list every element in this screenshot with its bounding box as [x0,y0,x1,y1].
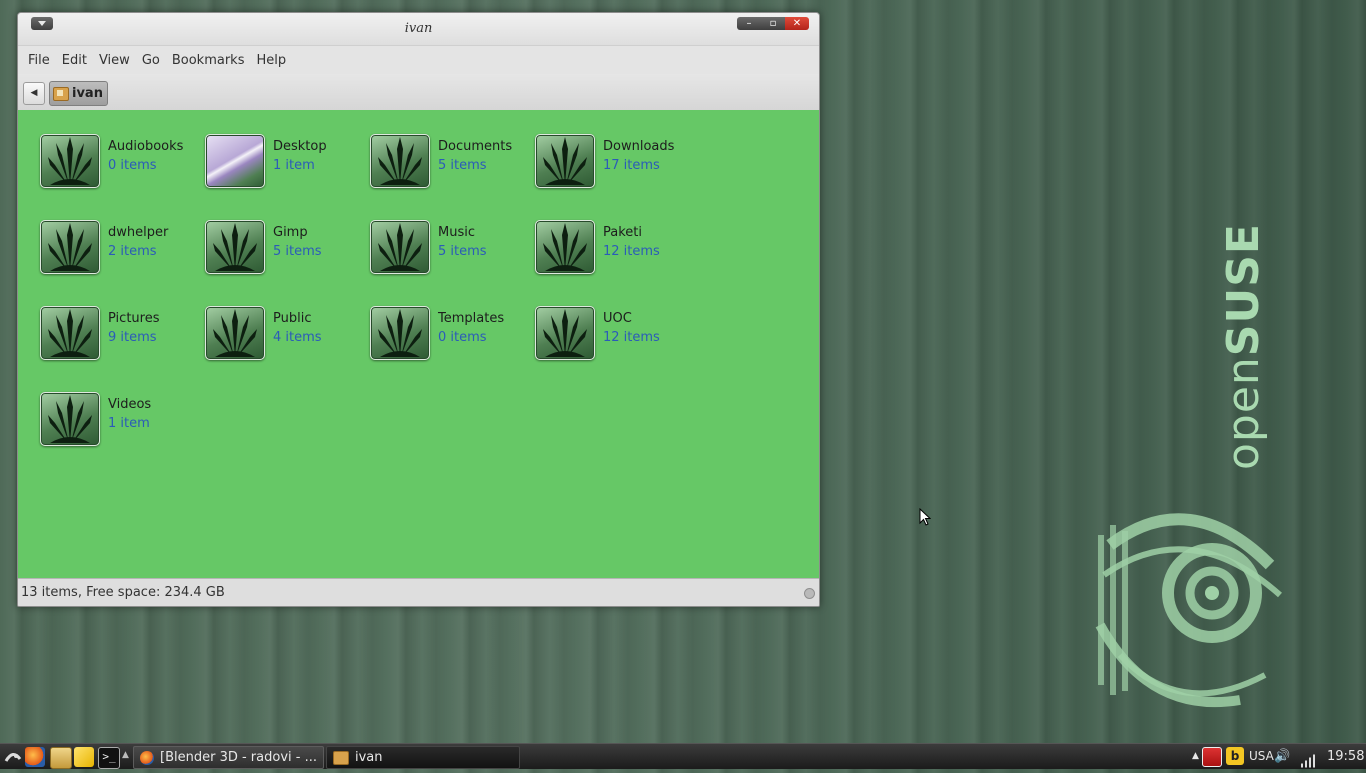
folder-item[interactable]: Gimp 5 items [205,210,370,290]
task-label: [Blender 3D - radovi - ... [160,750,317,765]
firefox-icon [140,750,154,765]
folder-item-count: 5 items [438,244,487,259]
back-button[interactable]: ◀ [23,82,45,105]
home-folder-icon [53,86,69,101]
folder-item-count: 5 items [438,158,487,173]
menu-bookmarks[interactable]: Bookmarks [166,53,251,68]
terminal-launcher-icon[interactable]: >_ [98,747,120,769]
close-button[interactable]: ✕ [785,17,809,30]
window-title: ivan [404,21,433,36]
folder-name: UOC [603,311,632,326]
menu-view[interactable]: View [93,53,136,68]
status-text: 13 items, Free space: 234.4 GB [21,585,225,600]
folder-item-count: 1 item [108,416,150,431]
icon-view[interactable]: Audiobooks 0 items Desktop 1 item Documents 5… [18,110,819,578]
folder-item-count: 9 items [108,330,157,345]
folder-name: Videos [108,397,152,412]
folder-item-count: 12 items [603,330,660,345]
titlebar[interactable]: ivan – ▫ ✕ [18,13,819,46]
keyboard-layout[interactable]: USA [1249,744,1274,769]
folder-name: Music [438,225,475,240]
menu-edit[interactable]: Edit [56,53,93,68]
breadcrumb-label: ivan [72,86,103,101]
folder-item[interactable]: Pictures 9 items [40,296,205,376]
application-menu-icon[interactable] [3,747,23,767]
launcher-overflow-icon[interactable]: ▲ [122,750,129,760]
folder-name: Gimp [273,225,308,240]
folder-item[interactable]: Templates 0 items [370,296,535,376]
folder-name: Pictures [108,311,160,326]
folder-item-count: 0 items [438,330,487,345]
folder-icon [535,306,595,360]
folder-name: Documents [438,139,513,154]
folder-item[interactable]: Videos 1 item [40,382,205,462]
minimize-button[interactable]: – [737,17,761,30]
statusbar: 13 items, Free space: 234.4 GB [18,578,819,606]
folder-item-count: 5 items [273,244,322,259]
file-manager-launcher-icon[interactable] [50,747,72,769]
folder-icon [370,306,430,360]
tray-overflow-icon[interactable]: ▲ [1192,744,1199,769]
folder-icon [535,220,595,274]
folder-item[interactable]: Desktop 1 item [205,124,370,204]
folder-item-count: 0 items [108,158,157,173]
folder-name: Desktop [273,139,327,154]
folder-icon [40,220,100,274]
folder-item-count: 4 items [273,330,322,345]
folder-name: Audiobooks [108,139,184,154]
folder-name: dwhelper [108,225,169,240]
folder-item-count: 12 items [603,244,660,259]
text-editor-launcher-icon[interactable] [74,747,94,767]
folder-icon [333,750,349,765]
folder-icon [40,306,100,360]
folder-item[interactable]: UOC 12 items [535,296,700,376]
folder-icon [205,220,265,274]
file-manager-window[interactable]: ivan – ▫ ✕ File Edit View Go Bookmarks H… [17,12,820,607]
location-bar: ◀ ivan [18,74,819,111]
firefox-launcher-icon[interactable] [25,747,45,767]
folder-item-count: 1 item [273,158,315,173]
folder-name: Paketi [603,225,642,240]
desktop-folder-icon [205,134,265,188]
opensuse-logo-icon [1095,513,1282,708]
folder-name: Public [273,311,312,326]
task-button-ivan[interactable]: ivan [326,746,520,769]
mouse-pointer-icon [919,508,931,526]
task-button-blender[interactable]: [Blender 3D - radovi - ... [133,746,324,769]
folder-item[interactable]: Downloads 17 items [535,124,700,204]
folder-item[interactable]: Audiobooks 0 items [40,124,205,204]
folder-icon [370,220,430,274]
task-label: ivan [355,750,383,765]
network-signal-icon[interactable] [1300,748,1316,773]
folder-item-count: 17 items [603,158,660,173]
maximize-button[interactable]: ▫ [761,17,785,30]
folder-item[interactable]: Public 4 items [205,296,370,376]
folder-icon [40,392,100,446]
menu-help[interactable]: Help [250,53,292,68]
update-applet-icon[interactable] [1202,747,1222,767]
clock[interactable]: 19:58 [1327,744,1364,769]
breadcrumb-home[interactable]: ivan [49,81,108,106]
folder-icon [370,134,430,188]
taskbar: >_ ▲ [Blender 3D - radovi - ... ivan ▲ b… [0,743,1366,769]
folder-name: Downloads [603,139,675,154]
folder-icon [535,134,595,188]
menubar: File Edit View Go Bookmarks Help [18,46,819,74]
folder-item[interactable]: Paketi 12 items [535,210,700,290]
folder-item[interactable]: Music 5 items [370,210,535,290]
volume-icon[interactable]: 🔊 [1274,744,1290,769]
folder-item[interactable]: dwhelper 2 items [40,210,205,290]
opensuse-wordmark: openSUSE [1218,223,1269,470]
folder-icon [40,134,100,188]
bluetooth-b-icon[interactable]: b [1226,747,1244,765]
menu-file[interactable]: File [22,53,56,68]
resize-grip[interactable] [804,588,815,599]
folder-icon [205,306,265,360]
menu-go[interactable]: Go [136,53,166,68]
folder-item[interactable]: Documents 5 items [370,124,535,204]
folder-name: Templates [438,311,505,326]
folder-item-count: 2 items [108,244,157,259]
